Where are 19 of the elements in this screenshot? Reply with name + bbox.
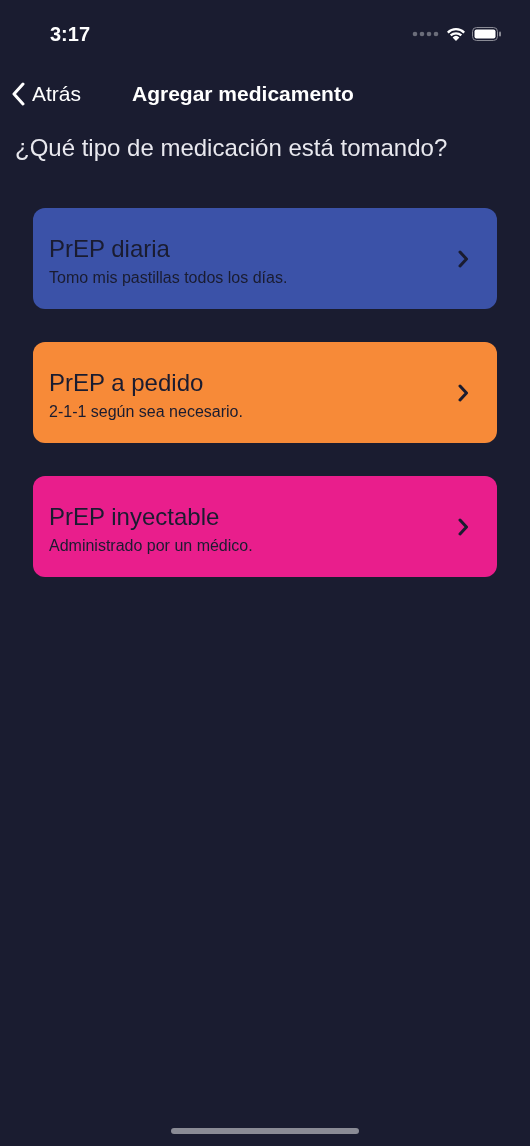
chevron-left-icon: [12, 82, 26, 106]
option-description: Administrado por un médico.: [49, 536, 253, 555]
medication-option[interactable]: PrEP inyectable Administrado por un médico.: [33, 476, 497, 577]
signal-icon: [412, 31, 440, 37]
option-title: PrEP diaria: [49, 234, 171, 263]
option-description: 2-1-1 según sea necesario.: [49, 402, 243, 421]
chevron-right-icon: [457, 383, 469, 402]
screen-title: Agregar medicamento: [132, 82, 354, 106]
battery-icon: [472, 27, 502, 41]
chevron-right-icon: [457, 517, 469, 536]
back-button[interactable]: Atrás: [12, 82, 81, 106]
wifi-icon: [446, 26, 466, 42]
chevron-right-icon: [457, 249, 469, 268]
option-description: Tomo mis pastillas todos los días.: [49, 268, 288, 287]
status-time: 3:17: [50, 22, 91, 46]
option-title: PrEP a pedido: [49, 368, 205, 397]
option-title: PrEP inyectable: [49, 502, 221, 531]
medication-option[interactable]: PrEP a pedido 2-1-1 según sea necesario.: [33, 342, 497, 443]
question-heading: ¿Qué tipo de medicación está tomando?: [14, 133, 449, 162]
